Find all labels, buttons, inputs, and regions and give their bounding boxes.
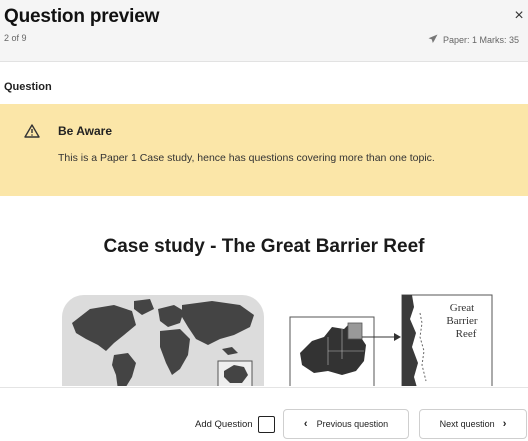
- paper-marks-text: Paper: 1 Marks: 35: [443, 35, 520, 45]
- previous-question-label: Previous question: [316, 419, 389, 429]
- paper-plane-icon: [428, 34, 438, 43]
- alert-message: This is a Paper 1 Case study, hence has …: [58, 152, 435, 164]
- alert-title: Be Aware: [58, 124, 113, 138]
- case-study-title: Case study - The Great Barrier Reef: [103, 236, 425, 257]
- warning-icon: [24, 124, 40, 138]
- next-question-label: Next question: [439, 419, 495, 429]
- alert-banner: [0, 104, 528, 196]
- chevron-left-icon: ‹: [303, 418, 308, 430]
- add-question-label: Add Question: [195, 419, 253, 430]
- add-question-checkbox[interactable]: [258, 416, 275, 433]
- paper-marks-info: Paper: 1 Marks: 35: [428, 34, 519, 45]
- close-icon[interactable]: ×: [510, 6, 528, 26]
- modal-header: Question preview 2 of 9 × Paper: 1 Marks…: [0, 0, 528, 62]
- section-label: Question: [4, 81, 52, 93]
- australia-map-image: Great Barrier Reef: [289, 294, 493, 386]
- next-question-button[interactable]: Next question ›: [419, 409, 527, 439]
- map-label-line-3: Reef: [456, 328, 477, 340]
- world-map-image: [62, 295, 264, 386]
- modal-title: Question preview: [4, 6, 160, 27]
- map-label-line-2: Barrier: [446, 315, 477, 327]
- chevron-right-icon: ›: [502, 418, 507, 430]
- question-counter: 2 of 9: [4, 33, 27, 43]
- map-label-line-1: Great: [450, 302, 474, 314]
- question-content: Case study - The Great Barrier Reef Grea…: [0, 196, 528, 386]
- previous-question-button[interactable]: ‹ Previous question: [283, 409, 409, 439]
